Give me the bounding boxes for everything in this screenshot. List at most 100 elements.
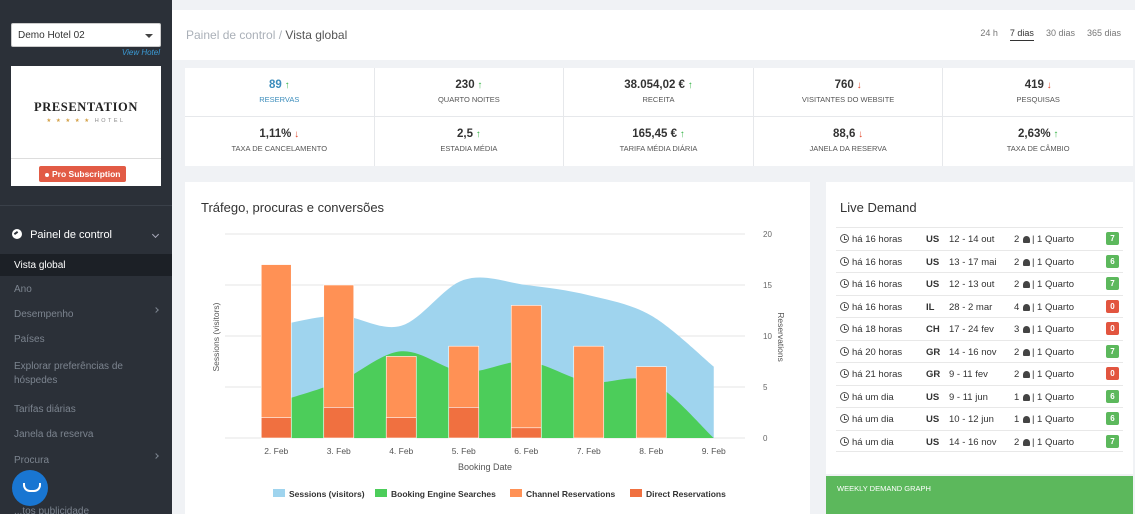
row-time: há 16 horas [852,256,903,268]
sidebar-item[interactable]: Procura [0,449,172,469]
live-demand-row[interactable]: há 16 horas US 12 - 13 out 2 | 1 Quarto 7 [836,272,1123,295]
badge-dot-icon [45,172,49,177]
guest-count: 2 [1014,436,1020,448]
live-demand-row[interactable]: há 18 horas CH 17 - 24 fev 3 | 1 Quarto 0 [836,317,1123,340]
demand-score-badge: 7 [1106,232,1119,245]
dashboard-gauge-icon [12,229,22,239]
kpi-label: ESTADIA MÉDIA [440,144,498,153]
kpi-card[interactable]: 1,11% ↓ TAXA DE CANCELAMENTO [185,117,375,166]
chevron-right-icon [153,307,159,313]
kpi-card[interactable]: 2,5 ↑ ESTADIA MÉDIA [375,117,565,166]
sidebar-item[interactable]: Vista global [0,254,172,276]
kpi-value: 419 ↓ [943,79,1133,91]
demand-score-badge: 0 [1106,367,1119,380]
range-tab[interactable]: 24 h [980,28,998,40]
x-tick-label: 3. Feb [327,446,351,456]
room-count: | 1 Quarto [1031,369,1075,380]
row-dates: 10 - 12 jun [949,414,994,425]
sidebar-item-label: Vista global [14,260,66,271]
legend-item[interactable]: Booking Engine Searches [375,489,496,499]
range-tab[interactable]: 30 dias [1046,28,1075,40]
clock-icon [840,301,849,311]
kpi-card[interactable]: 2,63% ↑ TAXA DE CÂMBIO [943,117,1133,166]
sidebar-item[interactable]: Explorar preferências de hóspedes [0,355,172,393]
legend-label: Channel Reservations [526,489,616,499]
live-demand-row[interactable]: há 16 horas US 13 - 17 mai 2 | 1 Quarto 6 [836,249,1123,273]
legend-swatch [273,489,285,497]
logo-divider [11,158,161,159]
sidebar-item[interactable]: Tarifas diárias [0,398,172,418]
live-demand-row[interactable]: há 20 horas GR 14 - 16 nov 2 | 1 Quarto 7 [836,339,1123,363]
row-guests: 2 | 1 Quarto [1014,234,1074,245]
legend-item[interactable]: Channel Reservations [510,489,616,499]
weekly-demand-graph[interactable]: WEEKLY DEMAND GRAPH [826,476,1133,514]
row-dates: 12 - 14 out [949,234,995,245]
demand-score-badge: 6 [1106,254,1119,268]
legend-swatch [510,489,522,497]
row-dates: 14 - 16 nov [949,436,997,448]
live-demand-row[interactable]: há 16 horas IL 28 - 2 mar 4 | 1 Quarto 0 [836,294,1123,318]
room-count: | 1 Quarto [1031,279,1075,290]
kpi-value-text: 419 [1024,79,1044,91]
person-icon [1022,371,1030,378]
row-guests: 3 | 1 Quarto [1014,324,1074,335]
sidebar-item[interactable]: Desempenho [0,303,172,323]
direct-reservation-bar [510,427,542,439]
kpi-card[interactable]: 38.054,02 € ↑ RECEITA [564,68,754,117]
kpi-label: JANELA DA RESERVA [809,144,887,153]
guest-count: 2 [1014,234,1020,245]
sidebar-item-label: Explorar preferências de hóspedes [14,361,123,386]
live-demand-row[interactable]: há 21 horas GR 9 - 11 fev 2 | 1 Quarto 0 [836,362,1123,385]
weekly-demand-label: WEEKLY DEMAND GRAPH [837,484,931,493]
legend-item[interactable]: Direct Reservations [630,489,726,499]
kpi-card[interactable]: 760 ↓ VISITANTES DO WEBSITE [753,68,944,117]
kpi-card[interactable]: 89 ↑ RESERVAS [185,68,375,117]
kpi-card[interactable]: 165,45 € ↑ TARIFA MÉDIA DIÁRIA [564,117,754,166]
sidebar-item[interactable]: Janela da reserva [0,423,172,443]
kpi-card[interactable]: 419 ↓ PESQUISAS [943,68,1133,117]
person-icon [1022,348,1030,356]
breadcrumb-root[interactable]: Painel de control [186,28,275,42]
live-demand-row[interactable]: há um dia US 9 - 11 jun 1 | 1 Quarto 6 [836,384,1123,408]
kpi-card[interactable]: 230 ↑ QUARTO NOITES [374,68,565,117]
kpi-value-text: 760 [834,79,854,91]
x-tick-label: 8. Feb [639,446,663,456]
channel-reservation-bar [510,305,542,439]
row-time: há 16 horas [852,234,903,245]
row-time: há 18 horas [852,324,903,335]
kpi-card[interactable]: 88,6 ↓ JANELA DA RESERVA [754,117,944,166]
hotel-select[interactable]: Demo Hotel 02 [11,23,161,47]
live-demand-row[interactable]: há 16 horas US 12 - 14 out 2 | 1 Quarto 7 [836,227,1123,250]
demand-score-badge: 7 [1106,344,1119,358]
x-tick-label: 5. Feb [452,446,476,456]
sidebar-item[interactable]: Ano [0,278,172,298]
chevron-right-icon [153,453,159,459]
row-time: há 16 horas [852,301,903,313]
arrow-up-icon: ↑ [676,129,685,140]
guest-count: 1 [1014,414,1020,425]
sidebar-item[interactable]: Países [0,328,172,348]
kpi-label: QUARTO NOITES [437,95,500,104]
clock-icon [840,391,849,401]
logo-title: PRESENTATION [34,100,138,114]
pro-subscription-badge[interactable]: Pro Subscription [39,166,127,182]
kpi-value: 2,63% ↑ [943,128,1133,140]
chat-widget-icon[interactable] [12,470,48,506]
live-demand-row[interactable]: há um dia US 14 - 16 nov 2 | 1 Quarto 7 [836,429,1123,452]
nav-painel-de-control[interactable]: Painel de control [0,224,172,246]
sidebar: Demo Hotel 02 View Hotel PRESENTATION ★ … [0,0,172,514]
kpi-value: 38.054,02 € ↑ [564,79,753,91]
view-hotel-link[interactable]: View Hotel [122,48,160,57]
range-tab[interactable]: 365 dias [1087,28,1121,40]
row-country: GR [926,346,941,358]
kpi-label: TARIFA MÉDIA DIÁRIA [619,144,698,153]
kpi-value-text: 2,5 [457,128,473,140]
traffic-chart: 0 5 10 15 20 2. Feb 3. Feb 4. Feb 5. Feb 6. Feb 7.… [211,230,786,499]
right-tick-label: 10 [763,332,772,341]
clock-icon [840,324,849,333]
legend-item[interactable]: Sessions (visitors) [273,489,365,499]
sidebar-item-label: Ano [14,284,32,295]
range-tab[interactable]: 7 dias [1009,28,1034,41]
row-dates: 9 - 11 fev [949,369,988,380]
live-demand-row[interactable]: há um dia US 10 - 12 jun 1 | 1 Quarto 6 [836,407,1123,430]
